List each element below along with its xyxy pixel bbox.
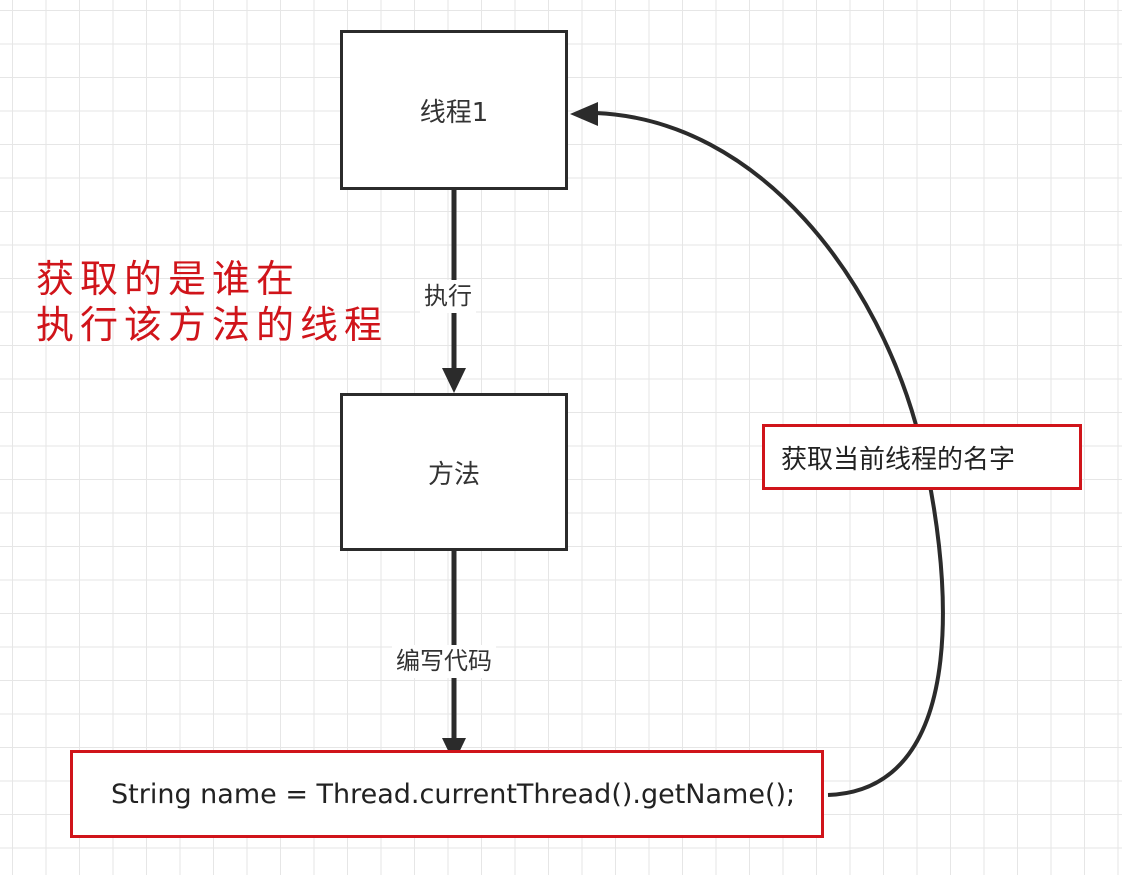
code-line-text: String name = Thread.currentThread().get… bbox=[111, 778, 796, 810]
node-method[interactable]: 方法 bbox=[340, 393, 568, 551]
node-thread[interactable]: 线程1 bbox=[340, 30, 568, 190]
annotation-note: 获取的是谁在 执行该方法的线程 bbox=[36, 256, 388, 348]
edge-label-execute: 执行 bbox=[420, 280, 476, 313]
node-method-label: 方法 bbox=[427, 459, 480, 490]
edge-label-write-code: 编写代码 bbox=[392, 645, 496, 678]
code-line-box: String name = Thread.currentThread().get… bbox=[70, 750, 824, 838]
edge-label-get-thread-name: 获取当前线程的名字 bbox=[762, 424, 1082, 490]
node-thread-label: 线程1 bbox=[419, 97, 489, 128]
edge-label-get-thread-name-text: 获取当前线程的名字 bbox=[781, 444, 1016, 475]
annotation-line-2: 执行该方法的线程 bbox=[36, 303, 389, 347]
annotation-line-1: 获取的是谁在 bbox=[36, 257, 301, 301]
